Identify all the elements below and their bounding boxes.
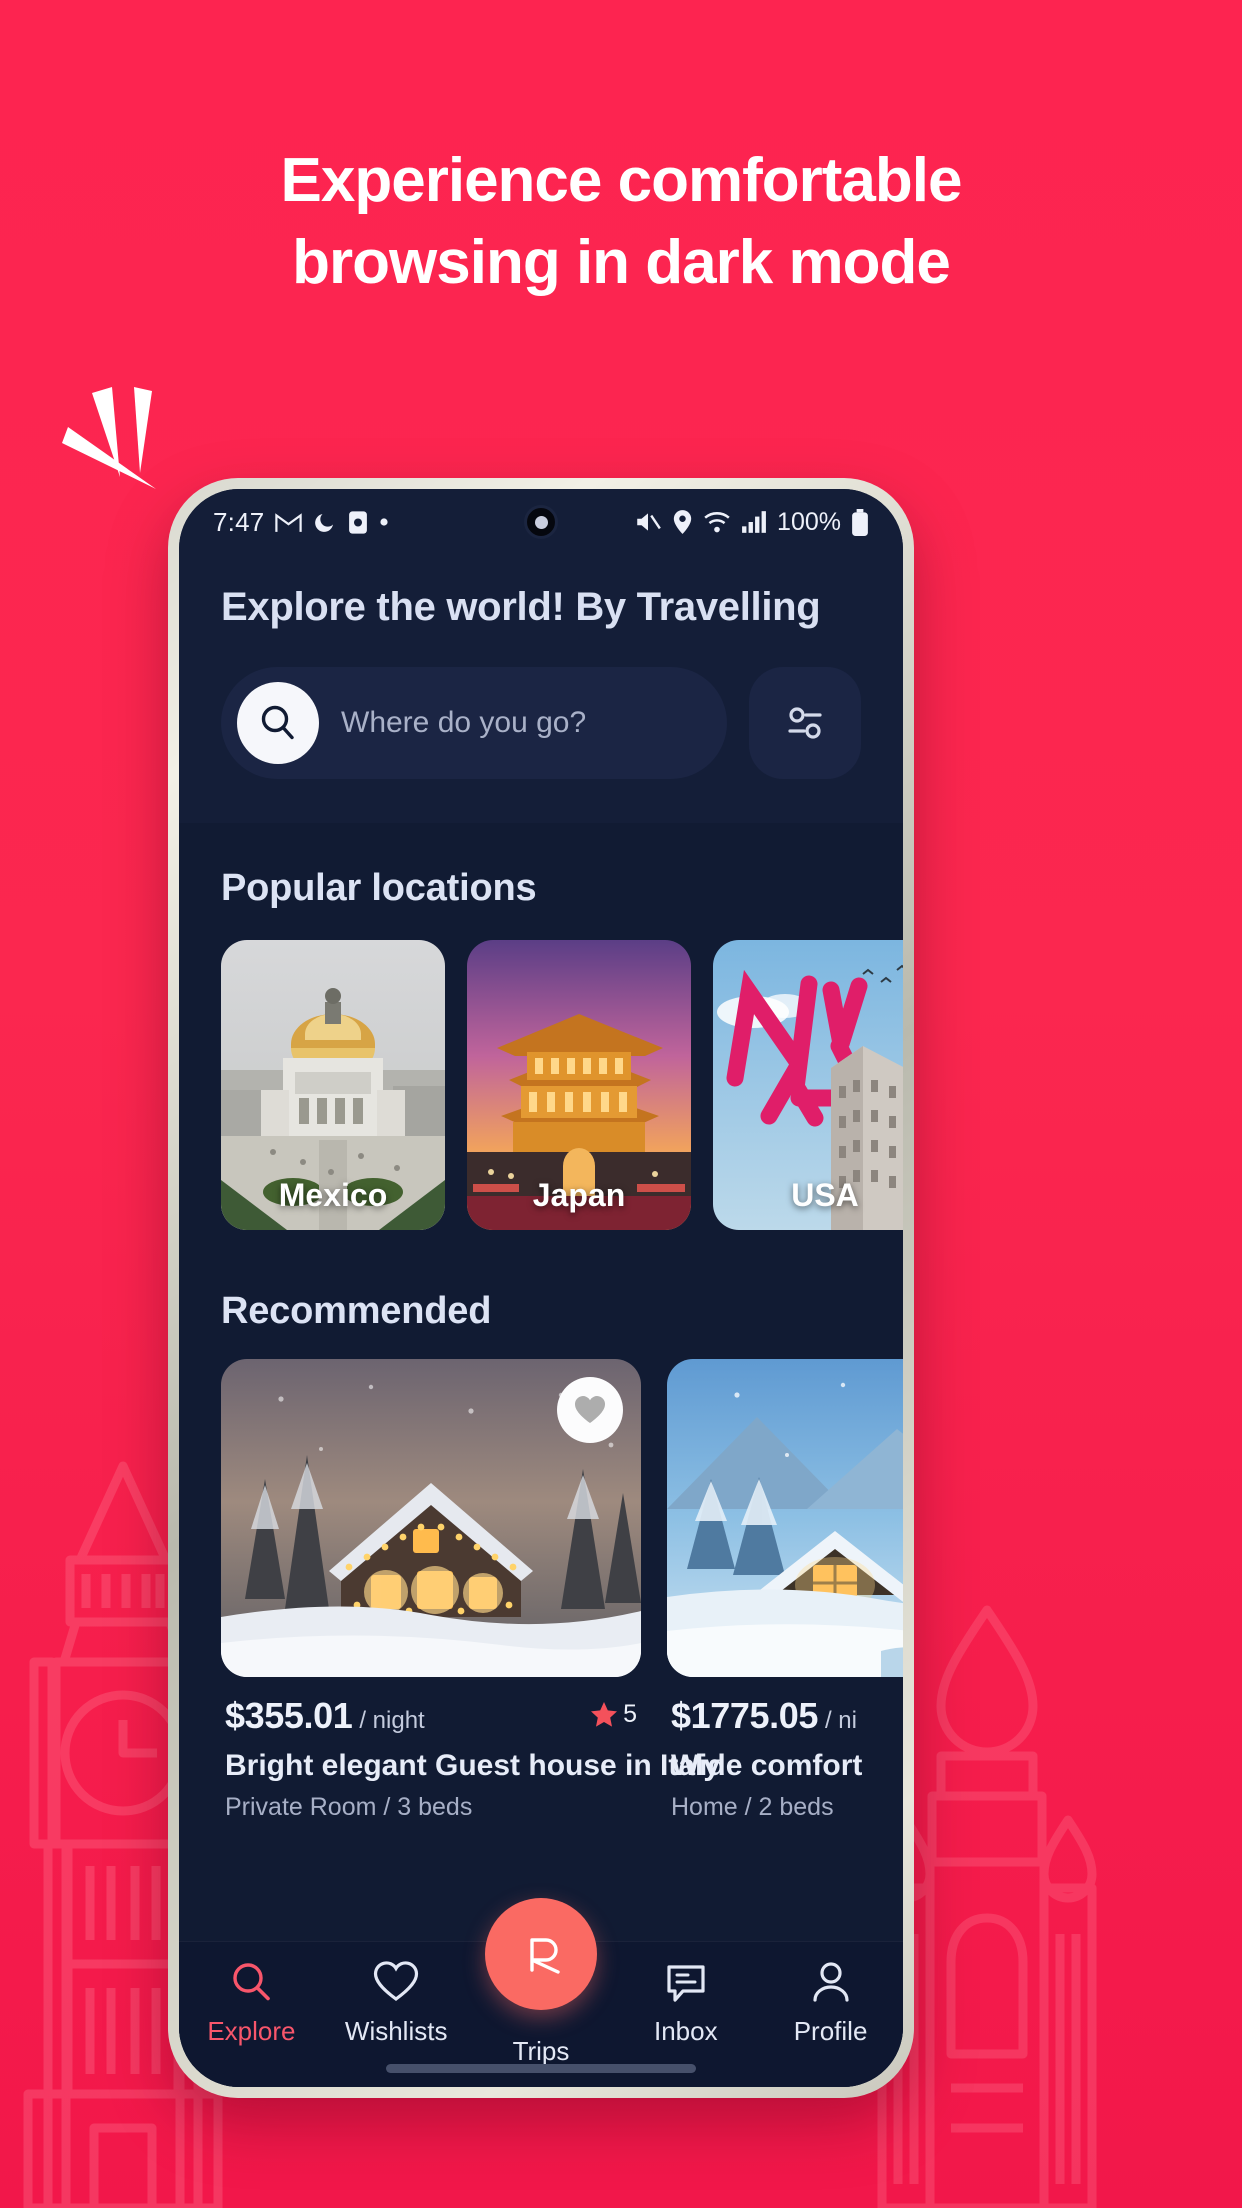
gesture-home-indicator[interactable]: [386, 2064, 696, 2073]
r-logo-icon[interactable]: [485, 1898, 597, 2010]
listing-name: Wide comfort: [671, 1749, 863, 1782]
headline-line-1: Experience comfortable: [280, 146, 963, 215]
status-bar-left: 7:47: [213, 507, 389, 538]
app-header: Explore the world! By Travelling Where d…: [179, 555, 903, 823]
gmail-icon: [275, 513, 303, 532]
listing-image: [667, 1359, 903, 1677]
search-icon: [233, 1963, 271, 2001]
list-item[interactable]: USA: [713, 940, 903, 1230]
page-title: Explore the world! By Travelling: [221, 585, 821, 629]
heart-icon: [374, 1961, 419, 2001]
battery-percent: 100%: [777, 507, 841, 536]
bottom-navigation: Explore Wishlists Trips Inbox Profile: [179, 1898, 903, 2087]
nav-label: Profile: [793, 2016, 868, 2046]
promo-headline: Experience comfortable browsing in dark …: [0, 140, 1242, 304]
section-title-recommended: Recommended: [221, 1290, 492, 1332]
listing-meta: $1775.05 / ni Wide comfort Home / 2 beds: [667, 1677, 903, 1822]
section-title-popular: Popular locations: [221, 867, 537, 909]
phone-mockup: 7:47 100% Explore the world! By Travelli…: [168, 478, 914, 2098]
search-icon[interactable]: [237, 682, 319, 764]
location-pin-icon: [673, 510, 692, 534]
status-bar-right: 100%: [634, 508, 869, 537]
phone-screen: 7:47 100% Explore the world! By Travelli…: [179, 489, 903, 2087]
snow-alpine-hut-image: [667, 1359, 903, 1677]
dot-icon: [380, 518, 389, 526]
listing-image: [221, 1359, 641, 1677]
person-icon: [812, 1962, 849, 2002]
listing-price-row: $355.01 / night 5: [225, 1695, 637, 1737]
listing-price: $1775.05: [671, 1695, 818, 1736]
list-item-label: USA: [791, 1177, 859, 1213]
list-item[interactable]: Mexico: [221, 940, 445, 1230]
search-row: Where do you go?: [221, 667, 861, 779]
nav-label: Wishlists: [344, 2016, 448, 2046]
search-input[interactable]: Where do you go?: [221, 667, 727, 779]
app-icon: [349, 510, 368, 534]
nav-item-explore[interactable]: Explore: [189, 1958, 313, 2047]
list-item[interactable]: Japan: [467, 940, 691, 1230]
listing-details: Private Room / 3 beds: [225, 1793, 473, 1821]
nav-label: Inbox: [653, 2016, 718, 2046]
list-item-label: Mexico: [278, 1177, 388, 1213]
headline-line-2: browsing in dark mode: [292, 227, 951, 297]
filter-sliders-icon[interactable]: [749, 667, 861, 779]
status-bar: 7:47 100%: [179, 489, 903, 555]
nav-item-trips[interactable]: Trips: [479, 1898, 603, 2067]
listing-price-unit: / ni: [824, 1707, 857, 1734]
list-item[interactable]: $355.01 / night 5 Bright elegant Guest h…: [221, 1359, 721, 1822]
listing-meta: $355.01 / night 5 Bright elegant Guest h…: [221, 1677, 721, 1822]
nav-label: Trips: [512, 2036, 570, 2066]
nav-item-profile[interactable]: Profile: [769, 1958, 893, 2047]
list-item-label: Japan: [532, 1177, 626, 1213]
status-time: 7:47: [213, 506, 265, 537]
popular-locations-carousel[interactable]: Mexico Japan USA: [179, 910, 903, 1230]
listing-rating: 5: [590, 1700, 637, 1729]
star-icon: [591, 1702, 618, 1727]
listing-details: Home / 2 beds: [671, 1793, 834, 1821]
nav-item-inbox[interactable]: Inbox: [624, 1958, 748, 2047]
listing-price-row: $1775.05 / ni: [671, 1695, 903, 1737]
nav-item-wishlists[interactable]: Wishlists: [334, 1958, 458, 2047]
list-item[interactable]: $1775.05 / ni Wide comfort Home / 2 beds: [667, 1359, 903, 1822]
listing-price-unit: / night: [359, 1707, 425, 1734]
chat-bubble-icon: [667, 1965, 705, 2002]
camera-notch: [524, 505, 558, 539]
nav-label: Explore: [207, 2016, 296, 2046]
do-not-disturb-moon-icon: [315, 514, 334, 532]
listing-rating-value: 5: [623, 1700, 637, 1728]
listing-price: $355.01: [225, 1695, 353, 1736]
mute-icon: [637, 513, 661, 531]
battery-icon: [852, 508, 868, 536]
signal-bars-icon: [742, 511, 766, 533]
wifi-icon: [704, 512, 730, 533]
listing-name: Bright elegant Guest house in Italy: [225, 1749, 721, 1782]
favorite-heart-icon[interactable]: [557, 1377, 623, 1443]
search-placeholder: Where do you go?: [341, 706, 587, 739]
recommended-carousel[interactable]: $355.01 / night 5 Bright elegant Guest h…: [179, 1333, 903, 1822]
